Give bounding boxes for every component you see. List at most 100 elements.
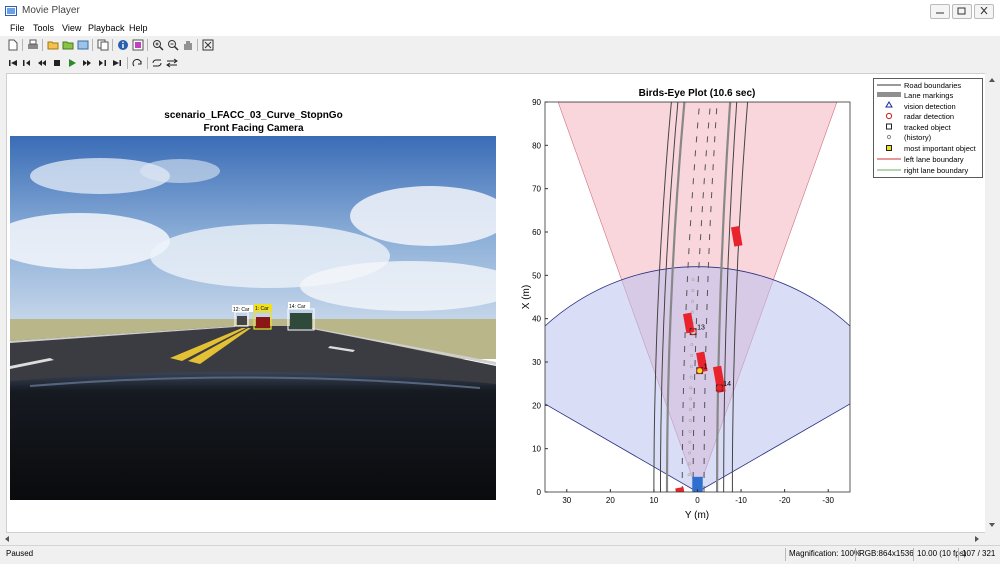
scroll-left-icon[interactable] [5,536,9,542]
info-button[interactable] [116,38,130,52]
import-icon [62,41,74,50]
menu-tools[interactable]: Tools [33,23,54,33]
print-icon [28,39,38,49]
zoom-out-icon [168,40,179,51]
video-title: scenario_LFACC_03_Curve_StopnGo [164,110,343,121]
go-to-first-button[interactable] [6,56,20,70]
video-subtitle: Front Facing Camera [203,123,304,134]
colormap-button[interactable] [131,38,145,52]
track-id-label: 1 [704,364,708,371]
legend-item: left lane boundary [904,155,964,164]
pan-button[interactable] [181,38,195,52]
title-bar: Movie Player [0,0,1000,23]
detection-label: 14: Car [289,304,306,310]
y-axis-ticks: 0 10 20 30 40 50 60 70 80 90 [532,98,548,497]
legend-item: vision detection [904,102,956,111]
front-camera-view: 12: Car 1: Car 14: Car [10,136,496,500]
y-tick-label: 40 [532,315,541,324]
status-bar: Paused Magnification: 100% RGB:864x1536 … [0,545,1000,564]
export-button[interactable] [76,38,90,52]
loop-button[interactable] [150,56,164,70]
y-tick-label: 70 [532,185,541,194]
scroll-down-icon[interactable] [989,523,995,527]
x-tick-label: -10 [735,496,747,505]
frame-counter: 107 / 321 [962,549,996,558]
scroll-up-icon[interactable] [989,78,995,82]
step-forward-icon [99,60,106,66]
y-tick-label: 0 [537,488,542,497]
y-tick-label: 50 [532,271,541,280]
menu-help[interactable]: Help [129,23,148,33]
restore-icon [957,7,966,15]
play-icon [69,59,76,67]
stop-icon [54,60,60,66]
plot-legend: Road boundaries Lane markings vision det… [873,78,983,178]
legend-item: (history) [904,133,932,142]
legend-item: Lane markings [904,91,953,100]
horizontal-scrollbar[interactable] [0,533,1000,545]
jump-icon [132,58,142,67]
step-back-button[interactable] [20,56,34,70]
track-id-label: 14 [723,381,731,388]
legend-item: most important object [904,144,977,153]
loop-icon [152,59,162,67]
x-tick-label: 20 [606,496,615,505]
legend-item: Road boundaries [904,81,961,90]
last-frame-icon [113,60,121,66]
scroll-arrows [5,536,979,542]
track-id-label: 13 [697,325,705,332]
colormap-icon [132,39,144,51]
important-object-marker [886,145,892,151]
cloud [140,159,220,183]
zoom-in-button[interactable] [151,38,165,52]
menu-file[interactable]: File [10,23,25,33]
y-axis-label: X (m) [521,285,532,309]
print-button[interactable] [26,38,40,52]
scroll-right-icon[interactable] [975,536,979,542]
zoom-out-button[interactable] [166,38,180,52]
step-forward-button[interactable] [95,56,109,70]
y-tick-label: 20 [532,401,541,410]
y-tick-label: 80 [532,141,541,150]
fit-button[interactable] [201,38,215,52]
x-tick-label: 10 [649,496,658,505]
play-button[interactable] [65,56,79,70]
image-format: RGB:864x1536 [859,549,914,558]
file-toolbar [0,36,1000,54]
car [237,316,247,325]
jump-to-button[interactable] [131,56,145,70]
import-button[interactable] [61,38,75,52]
open-button[interactable] [46,38,60,52]
x-tick-label: -20 [779,496,791,505]
window-title: Movie Player [22,5,80,16]
x-tick-label: -30 [822,496,834,505]
legend-item: radar detection [904,112,954,121]
movie-player-icon [5,6,17,16]
close-button[interactable] [974,4,994,19]
vertical-scrollbar[interactable] [985,73,999,533]
x-tick-label: 30 [562,496,571,505]
export-icon [77,40,89,50]
info-icon [118,40,128,50]
fast-forward-button[interactable] [80,56,94,70]
y-tick-label: 10 [532,445,541,454]
new-button[interactable] [6,38,20,52]
first-frame-icon [9,60,17,66]
magnification: Magnification: 100% [789,549,862,558]
menu-playback[interactable]: Playback [88,23,125,33]
stop-button[interactable] [50,56,64,70]
playback-direction-button[interactable] [165,56,179,70]
new-file-icon [8,39,18,51]
go-to-last-button[interactable] [110,56,124,70]
y-tick-label: 90 [532,98,541,107]
maximize-button[interactable] [952,4,972,19]
hand-icon [184,41,192,50]
rewind-button[interactable] [35,56,49,70]
minimize-icon [936,12,944,14]
legend-item: right lane boundary [904,166,968,175]
menu-view[interactable]: View [62,23,81,33]
minimize-button[interactable] [930,4,950,19]
plot-area: 13 1 14 [545,102,850,492]
copy-button[interactable] [96,38,110,52]
y-tick-label: 60 [532,228,541,237]
